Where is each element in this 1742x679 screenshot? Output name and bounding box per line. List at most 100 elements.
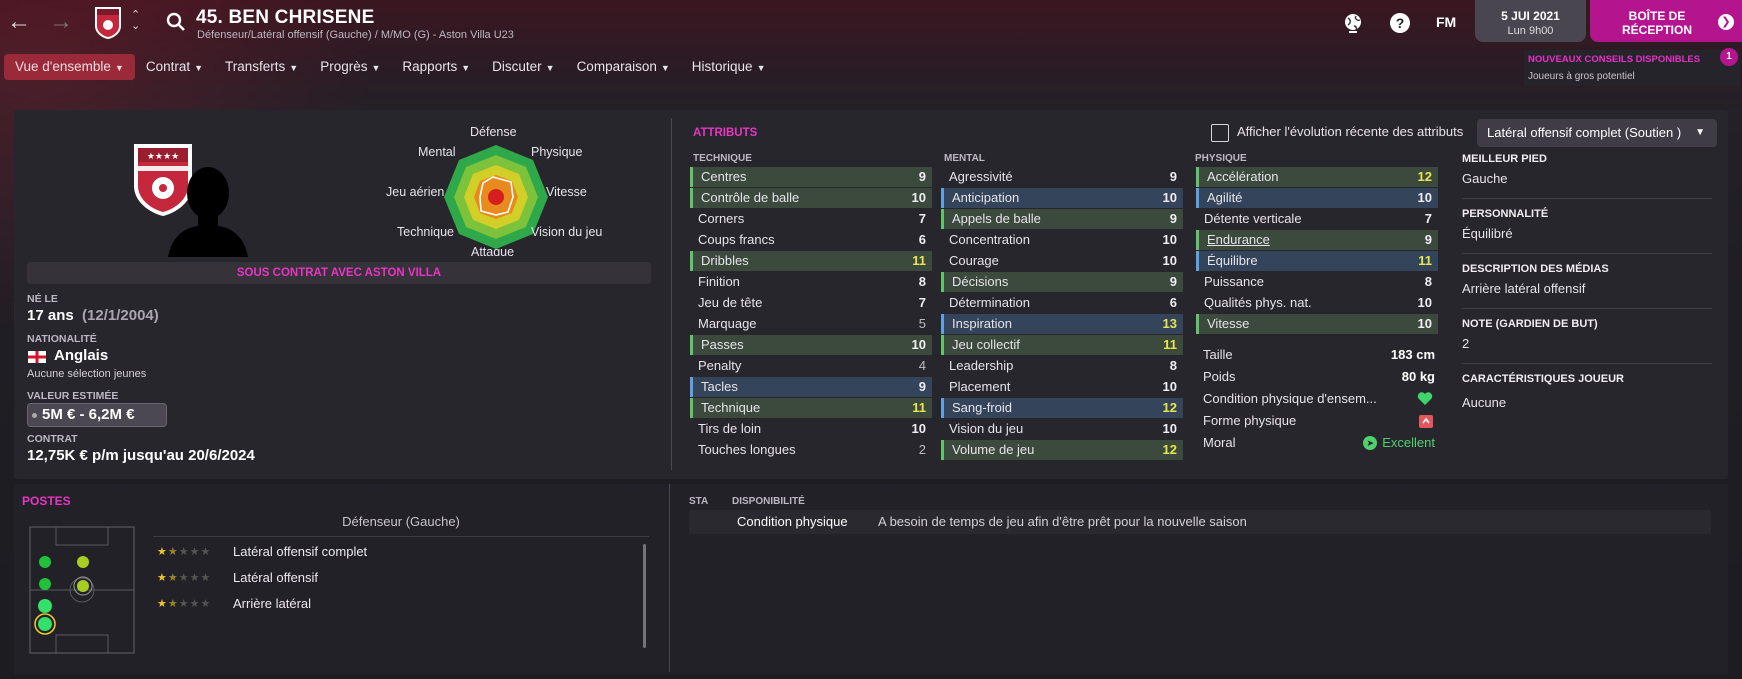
back-arrow-icon[interactable]: ← [6, 10, 32, 36]
attribute-value: 10 [911, 190, 926, 205]
attribute-name: Finition [698, 274, 740, 289]
attribute-row[interactable]: Jeu collectif 11 [941, 335, 1183, 355]
role-dropdown[interactable]: Latéral offensif complet (Soutien ) ▼ [1477, 119, 1717, 147]
attribute-row[interactable]: Vitesse 10 [1196, 314, 1438, 334]
attribute-row[interactable]: Accélération 12 [1196, 167, 1438, 187]
morale-label: Moral [1203, 435, 1236, 450]
role-row[interactable]: ★★★★★ Arrière latéral [153, 593, 643, 615]
age-value: 17 ans [27, 307, 74, 324]
divider [1462, 363, 1712, 364]
attribute-row[interactable]: Sang-froid 12 [941, 398, 1183, 418]
availability-label: DISPONIBILITÉ [732, 496, 805, 507]
attribute-row[interactable]: Marquage 5 [690, 314, 932, 334]
personality-label: PERSONNALITÉ [1462, 208, 1549, 220]
sta-label: STA [689, 496, 709, 507]
attribute-row[interactable]: Technique 11 [690, 398, 932, 418]
menu-progress[interactable]: Progrès ▼ [309, 54, 391, 80]
attribute-value: 2 [918, 442, 926, 457]
attribute-row[interactable]: Agressivité 9 [941, 167, 1183, 187]
date-continue-button[interactable]: 5 JUI 2021 Lun 9h00 [1475, 0, 1586, 42]
attribute-row[interactable]: Courage 10 [941, 251, 1183, 271]
attribute-row[interactable]: Placement 10 [941, 377, 1183, 397]
nationality-label: NATIONALITÉ [27, 333, 97, 345]
menu-overview[interactable]: Vue d'ensemble ▼ [4, 54, 135, 80]
attribute-row[interactable]: Qualités phys. nat. 10 [1196, 293, 1438, 313]
chevron-right-icon: ❯ [1718, 14, 1734, 30]
attribute-row[interactable]: Touches longues 2 [690, 440, 932, 460]
forward-arrow-icon[interactable]: → [48, 10, 74, 36]
attribute-row[interactable]: Finition 8 [690, 272, 932, 292]
attribute-row[interactable]: Tacles 9 [690, 377, 932, 397]
attribute-row[interactable]: Détente verticale 7 [1196, 209, 1438, 229]
help-icon[interactable]: ? [1389, 12, 1411, 34]
chevron-down-icon: ▼ [660, 63, 670, 73]
attribute-value: 11 [1418, 253, 1432, 268]
attribute-name: Volume de jeu [952, 442, 1035, 457]
evolution-checkbox-label[interactable]: Afficher l'évolution récente des attribu… [1237, 124, 1463, 139]
attribute-row[interactable]: Détermination 6 [941, 293, 1183, 313]
role-name: Arrière latéral [233, 596, 312, 611]
value-pill[interactable]: 5M € - 6,2M € [27, 403, 167, 427]
attribute-row[interactable]: Inspiration 13 [941, 314, 1183, 334]
attribute-row[interactable]: Leadership 8 [941, 356, 1183, 376]
gk-rating-label: NOTE (GARDIEN DE BUT) [1462, 318, 1598, 330]
attribute-name: Accélération [1207, 169, 1279, 184]
role-row[interactable]: ★★★★★ Latéral offensif [153, 567, 643, 589]
divider [671, 118, 672, 470]
globe-icon[interactable] [1342, 12, 1364, 34]
attribute-row[interactable]: Vision du jeu 10 [941, 419, 1183, 439]
morale-value: ➤ Excellent [1363, 433, 1435, 453]
club-crest-icon[interactable] [94, 6, 122, 40]
mental-header: MENTAL [944, 153, 985, 164]
attribute-value: 8 [1424, 274, 1432, 289]
attribute-value: 6 [1169, 295, 1177, 310]
attribute-row[interactable]: Concentration 10 [941, 230, 1183, 250]
attribute-row[interactable]: Penalty 4 [690, 356, 932, 376]
attribute-row[interactable]: Endurance 9 [1196, 230, 1438, 250]
chevron-down-icon: ▼ [371, 63, 381, 73]
player-silhouette-icon [168, 167, 248, 257]
attribute-value: 9 [1169, 169, 1177, 184]
attribute-row[interactable]: Puissance 8 [1196, 272, 1438, 292]
inbox-button[interactable]: BOÎTE DE RÉCEPTION ❯ [1590, 0, 1742, 42]
divider [1462, 308, 1712, 309]
menu-label: Transferts [225, 59, 286, 74]
fm-menu-button[interactable]: FM [1436, 14, 1456, 30]
attribute-row[interactable]: Équilibre 11 [1196, 251, 1438, 271]
attribute-row[interactable]: Dribbles 11 [690, 251, 932, 271]
menu-compare[interactable]: Comparaison ▼ [566, 54, 681, 80]
attribute-row[interactable]: Jeu de tête 7 [690, 293, 932, 313]
evolution-checkbox[interactable] [1211, 124, 1229, 142]
attribute-name: Agilité [1207, 190, 1243, 205]
attribute-row[interactable]: Agilité 10 [1196, 188, 1438, 208]
attribute-row[interactable]: Anticipation 10 [941, 188, 1183, 208]
attribute-row[interactable]: Contrôle de balle 10 [690, 188, 932, 208]
search-icon[interactable] [166, 12, 186, 32]
attribute-row[interactable]: Décisions 9 [941, 272, 1183, 292]
menu-reports[interactable]: Rapports ▼ [391, 54, 481, 80]
attribute-value: 10 [1162, 253, 1177, 268]
role-row[interactable]: ★★★★★ Latéral offensif complet [153, 541, 643, 563]
advice-notification[interactable]: NOUVEAUX CONSEILS DISPONIBLES Joueurs à … [1524, 48, 1740, 86]
attribute-row[interactable]: Volume de jeu 12 [941, 440, 1183, 460]
selected-position: Défenseur (Gauche) [342, 514, 460, 529]
menu-discuss[interactable]: Discuter ▼ [481, 54, 565, 80]
attribute-value: 9 [918, 169, 926, 184]
menu-transfers[interactable]: Transferts ▼ [214, 54, 309, 80]
attribute-row[interactable]: Tirs de loin 10 [690, 419, 932, 439]
attribute-row[interactable]: Corners 7 [690, 209, 932, 229]
foot-value: Gauche [1462, 171, 1508, 186]
attribute-row[interactable]: Passes 10 [690, 335, 932, 355]
value-amount: 5M € - 6,2M € [42, 406, 135, 423]
attribute-row[interactable]: Appels de balle 9 [941, 209, 1183, 229]
roles-scrollbar[interactable] [643, 544, 646, 648]
attribute-row[interactable]: Centres 9 [690, 167, 932, 187]
height-label: Taille [1203, 347, 1233, 362]
position-pitch[interactable] [29, 526, 135, 654]
menu-history[interactable]: Historique ▼ [681, 54, 777, 80]
menu-contract[interactable]: Contrat ▼ [135, 54, 214, 80]
player-switch-icon[interactable]: ⌃ ⌄ [131, 10, 140, 32]
attribute-name: Agressivité [949, 169, 1013, 184]
attribute-row[interactable]: Coups francs 6 [690, 230, 932, 250]
role-dropdown-value: Latéral offensif complet (Soutien ) [1487, 125, 1682, 140]
